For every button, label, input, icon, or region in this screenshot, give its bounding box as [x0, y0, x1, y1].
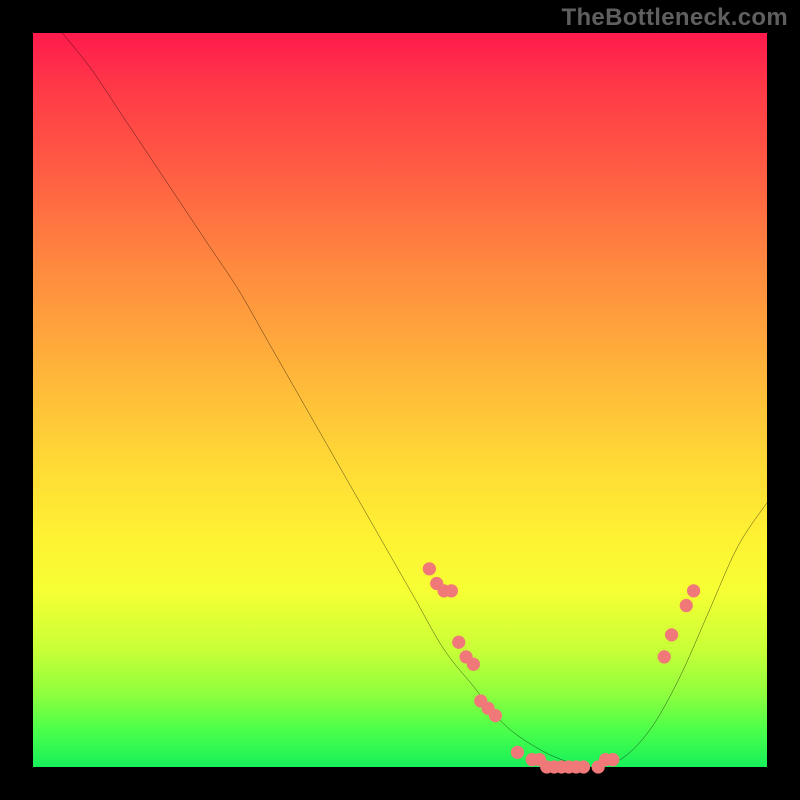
bottleneck-curve-svg [33, 33, 767, 767]
curve-marker [680, 599, 693, 612]
plot-area [33, 33, 767, 767]
curve-marker [467, 658, 480, 671]
curve-marker [489, 709, 502, 722]
curve-marker [423, 562, 436, 575]
curve-marker [511, 746, 524, 759]
curve-marker [606, 753, 619, 766]
curve-marker [665, 628, 678, 641]
curve-marker [577, 760, 590, 773]
curve-markers [423, 562, 700, 773]
curve-marker [687, 584, 700, 597]
watermark-text: TheBottleneck.com [562, 4, 788, 32]
chart-frame: TheBottleneck.com [0, 0, 800, 800]
curve-marker [445, 584, 458, 597]
curve-marker [658, 650, 671, 663]
curve-marker [452, 636, 465, 649]
